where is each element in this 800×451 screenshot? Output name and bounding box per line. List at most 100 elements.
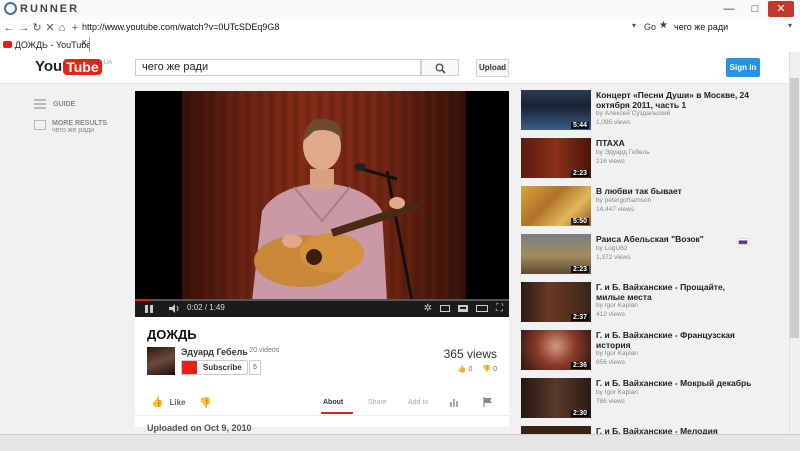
home-icon[interactable]: ⌂	[56, 19, 68, 37]
player-controls: 0:02 / 1:49 ✲ ⛶	[135, 301, 509, 317]
related-video-item[interactable]: 2:37 Г. и Б. Вайханские - Прощайте, милы…	[521, 282, 761, 326]
upload-button[interactable]: Upload	[476, 59, 509, 77]
guide-toggle[interactable]: GUIDE	[34, 99, 75, 109]
related-thumbnail[interactable]: 5:44	[521, 90, 591, 130]
related-author: by Эдуард Гебель	[596, 149, 650, 156]
settings-gear-icon[interactable]: ✲	[424, 303, 432, 314]
related-title[interactable]: Г. и Б. Вайханские - Мокрый декабрь	[596, 378, 756, 388]
related-views: 786 views	[596, 398, 625, 405]
related-video-item[interactable]: 5:44 Концерт «Песни Души» в Москве, 24 о…	[521, 90, 761, 134]
related-views: 216 views	[596, 158, 625, 165]
report-flag-icon[interactable]	[483, 397, 493, 407]
go-button[interactable]: Go	[644, 22, 656, 32]
small-player-icon[interactable]	[458, 305, 468, 312]
search-button[interactable]	[421, 59, 459, 76]
back-icon[interactable]: ←	[3, 19, 15, 37]
tab-about[interactable]: About	[323, 399, 343, 406]
address-dropdown-icon[interactable]: ▾	[632, 21, 636, 30]
maximize-button[interactable]: □	[742, 1, 768, 17]
browser-search-input[interactable]: чего же ради	[674, 22, 784, 32]
related-video-item[interactable]: 2:23 ПТАХА by Эдуард Гебель 216 views	[521, 138, 761, 182]
large-player-icon[interactable]	[476, 305, 488, 312]
related-thumbnail[interactable]: 5:50	[521, 186, 591, 226]
related-thumbnail[interactable]	[521, 426, 591, 434]
related-views: 14,447 views	[596, 206, 634, 213]
like-count: 0	[468, 366, 473, 373]
address-bar[interactable]: http://www.youtube.com/watch?v=0UTcSDEq9…	[82, 22, 622, 32]
related-title[interactable]: Г. и Б. Вайханские - Прощайте, милые мес…	[596, 282, 756, 302]
search-input[interactable]: чего же ради	[135, 59, 421, 76]
duration-badge: 2:37	[570, 314, 589, 321]
more-results-query: чего же ради	[52, 127, 95, 134]
related-thumbnail[interactable]: 2:30	[521, 378, 591, 418]
related-video-item[interactable]: 5:50 В любви так бывает by petergofsamso…	[521, 186, 761, 230]
thumbs-down-icon: 👎	[199, 398, 212, 409]
related-author: by Алексей Суздальский	[596, 110, 671, 117]
duration-badge: 2:30	[570, 410, 589, 417]
bookmark-star-icon[interactable]: ★	[659, 20, 668, 31]
fullscreen-icon[interactable]: ⛶	[496, 303, 503, 314]
info-divider	[135, 415, 509, 416]
related-title[interactable]: Раиса Абельская "Возок"	[596, 234, 756, 244]
related-title[interactable]: Концерт «Песни Души» в Москве, 24 октябр…	[596, 90, 756, 110]
related-thumbnail[interactable]: 2:37	[521, 282, 591, 322]
stats-icon[interactable]	[450, 397, 460, 407]
vertical-scrollbar-thumb[interactable]	[790, 78, 799, 338]
related-thumbnail[interactable]: 2:23	[521, 234, 591, 274]
more-results-link[interactable]: MORE RESULTS чего же ради	[34, 120, 107, 134]
like-button[interactable]: 👍 Like	[151, 397, 185, 408]
browser-navbar: ← → ↻ ✕ ⌂ + http://www.youtube.com/watch…	[0, 19, 800, 38]
minimize-button[interactable]: —	[716, 1, 742, 17]
browser-tab[interactable]: ДОЖДЬ - YouTube	[0, 37, 90, 52]
dislike-small-icon: 👎	[482, 366, 492, 373]
related-thumbnail[interactable]: 2:36	[521, 330, 591, 370]
tab-close-button[interactable]: x	[82, 37, 87, 47]
dislike-count: 0	[493, 366, 497, 373]
new-tab-icon[interactable]: +	[69, 19, 81, 37]
related-author: by petergofsamson	[596, 197, 652, 204]
subscribe-label: Subscribe	[203, 363, 242, 372]
related-views: 1,372 views	[596, 254, 631, 261]
related-title[interactable]: ПТАХА	[596, 138, 756, 148]
related-thumbnail[interactable]: 2:23	[521, 138, 591, 178]
related-video-item[interactable]: 2:36 Г. и Б. Вайханские - Французская ис…	[521, 330, 761, 374]
related-title[interactable]: В любви так бывает	[596, 186, 756, 196]
related-title[interactable]: Г. и Б. Вайханские - Французская история	[596, 330, 756, 350]
tab-add-to[interactable]: Add to	[408, 399, 428, 406]
forward-icon[interactable]: →	[18, 19, 30, 37]
performer-image	[252, 118, 419, 301]
search-dropdown-icon[interactable]: ▾	[788, 21, 792, 30]
video-frame[interactable]	[182, 91, 466, 301]
related-video-item[interactable]: 2:23 Раиса Абельская "Возок" by LogU62 1…	[521, 234, 761, 278]
channel-video-count[interactable]: · 20 videos	[245, 347, 279, 354]
related-author: by Igor Kaplan	[596, 350, 638, 357]
video-info-card: ДОЖДЬ Эдуард Гебель · 20 videos Subscrib…	[135, 317, 509, 433]
youtube-logo[interactable]: You Tube UA	[35, 58, 112, 75]
player-right-controls: ✲ ⛶	[424, 303, 503, 314]
related-title[interactable]: Г. и Б. Вайханские - Мелодия	[596, 426, 756, 434]
channel-name[interactable]: Эдуард Гебель	[181, 347, 248, 357]
russian-flag-icon	[738, 238, 748, 245]
captions-icon[interactable]	[440, 305, 450, 312]
sign-in-button[interactable]: Sign in	[726, 58, 760, 77]
video-player[interactable]: 0:02 / 1:49 ✲ ⛶	[135, 91, 509, 317]
youtube-icon	[182, 361, 197, 374]
related-author: by LogU62	[596, 245, 628, 252]
browser-brand: RUNNER	[4, 2, 79, 15]
tab-share[interactable]: Share	[368, 399, 387, 406]
related-author: by Igor Kaplan	[596, 302, 638, 309]
channel-avatar[interactable]	[147, 347, 175, 375]
thumbs-up-icon: 👍	[151, 397, 164, 408]
close-window-button[interactable]: ✕	[768, 1, 794, 17]
reload-icon[interactable]: ↻	[31, 19, 43, 37]
dislike-button[interactable]: 👎	[199, 397, 211, 409]
related-video-item[interactable]: 2:30 Г. и Б. Вайханские - Мокрый декабрь…	[521, 378, 761, 422]
related-video-item[interactable]: Г. и Б. Вайханские - Мелодия	[521, 426, 761, 434]
subscribe-button[interactable]: Subscribe	[181, 360, 248, 375]
youtube-header: You Tube UA чего же ради Upload Sign in	[0, 52, 800, 84]
volume-icon[interactable]	[168, 303, 180, 314]
pause-icon[interactable]	[144, 304, 154, 314]
hamburger-icon	[34, 99, 46, 109]
stop-icon[interactable]: ✕	[44, 19, 56, 37]
view-count: 365 views	[443, 347, 497, 361]
